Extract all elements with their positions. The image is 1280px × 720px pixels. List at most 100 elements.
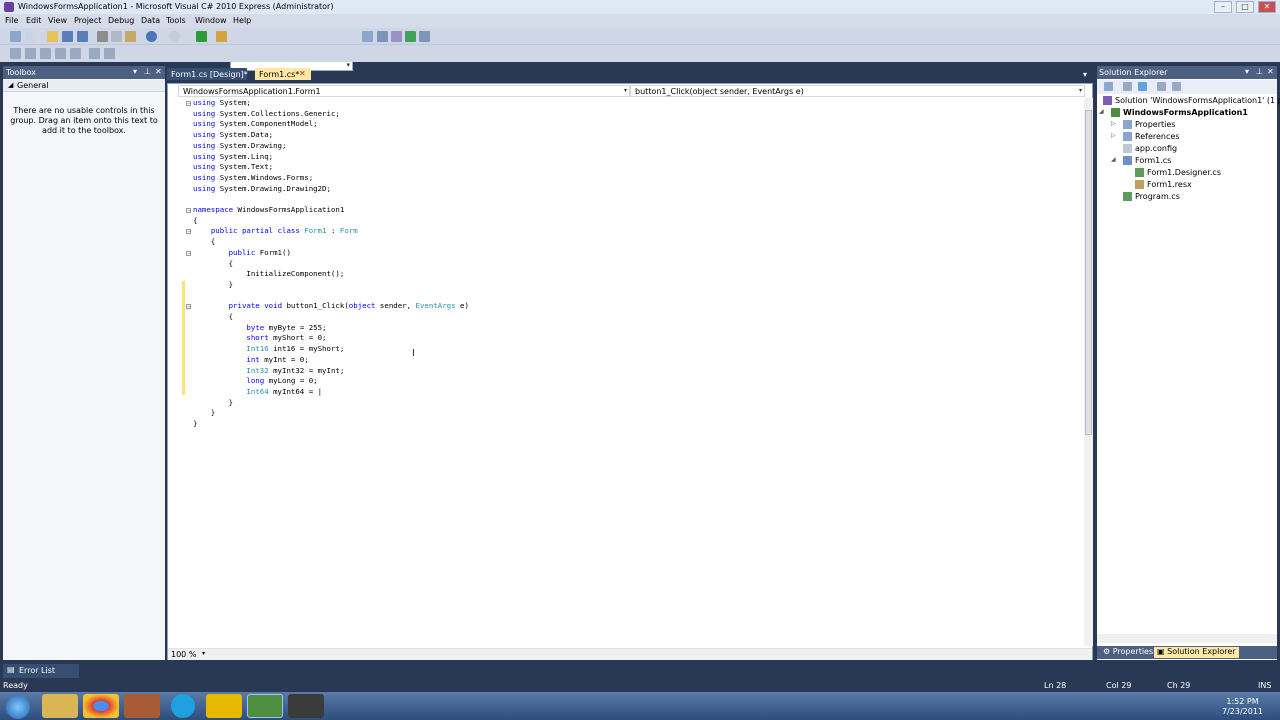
chevron-down-icon[interactable]: ▾	[624, 87, 627, 94]
document-list-icon[interactable]: ▾	[1083, 70, 1087, 79]
code-line[interactable]: }	[193, 398, 233, 409]
comment-lines-icon[interactable]	[89, 48, 100, 59]
properties-icon[interactable]	[1104, 82, 1113, 91]
menu-data[interactable]: Data	[141, 16, 160, 25]
code-line[interactable]: {	[193, 237, 215, 248]
recorder-taskbar-icon[interactable]	[288, 694, 324, 718]
tab-form1-design[interactable]: Form1.cs [Design]*	[167, 68, 248, 80]
code-line[interactable]: short myShort = 0;	[193, 333, 326, 344]
taskbar-clock[interactable]: 1:52 PM 7/23/2011	[1222, 697, 1263, 717]
menu-project[interactable]: Project	[74, 16, 101, 25]
code-line[interactable]: Int32 myInt32 = myInt;	[193, 366, 344, 377]
collapsed-arrow-icon[interactable]: ▷	[1111, 132, 1116, 139]
copy-icon[interactable]	[111, 31, 122, 42]
toolbox-icon[interactable]	[419, 31, 430, 42]
tree-item[interactable]: Program.cs	[1123, 192, 1180, 201]
member-dropdown[interactable]: button1_Click(object sender, EventArgs e…	[630, 85, 1085, 97]
close-icon[interactable]: ✕	[299, 69, 306, 78]
code-line[interactable]: public partial class Form1 : Form	[193, 226, 358, 237]
outline-collapse-icon[interactable]: −	[186, 250, 191, 256]
uncomment-lines-icon[interactable]	[104, 48, 115, 59]
code-line[interactable]: }	[193, 408, 215, 419]
code-line[interactable]: Int16 int16 = myShort;	[193, 344, 344, 355]
code-line[interactable]: {	[193, 259, 233, 270]
decrease-indent-icon[interactable]	[70, 48, 81, 59]
menu-help[interactable]: Help	[233, 16, 251, 25]
add-item-icon[interactable]	[25, 31, 36, 42]
tree-item[interactable]: ◢ Form1.cs	[1111, 156, 1171, 165]
code-line[interactable]: int myInt = 0;	[193, 355, 308, 366]
code-line[interactable]: }	[193, 419, 197, 430]
collapsed-arrow-icon[interactable]: ▷	[1111, 120, 1116, 127]
code-line[interactable]: using System.Collections.Generic;	[193, 109, 340, 120]
refresh-icon[interactable]	[1138, 82, 1147, 91]
menu-file[interactable]: File	[5, 16, 18, 25]
aim-taskbar-icon[interactable]	[206, 694, 242, 718]
object-browser-icon[interactable]	[405, 31, 416, 42]
window-position-icon[interactable]: ▾	[133, 67, 137, 76]
find-in-files-icon[interactable]	[216, 31, 227, 42]
type-dropdown[interactable]: WindowsFormsApplication1.Form1 ▾	[178, 85, 630, 97]
toolbox-group-general[interactable]: ◢ General	[3, 80, 165, 92]
maximize-button[interactable]: □	[1236, 1, 1254, 13]
code-line[interactable]: using System.Drawing.Drawing2D;	[193, 184, 331, 195]
cut-icon[interactable]	[97, 31, 108, 42]
code-line[interactable]: using System.ComponentModel;	[193, 119, 318, 130]
close-icon[interactable]: ✕	[1267, 67, 1274, 76]
solution-explorer-icon[interactable]	[377, 31, 388, 42]
find-icon[interactable]	[362, 31, 373, 42]
code-line[interactable]: public Form1()	[193, 248, 291, 259]
code-line[interactable]: namespace WindowsFormsApplication1	[193, 205, 344, 216]
minimize-button[interactable]: –	[1214, 1, 1232, 13]
menu-edit[interactable]: Edit	[26, 16, 42, 25]
visual-csharp-taskbar-icon[interactable]	[247, 694, 283, 718]
expanded-arrow-icon[interactable]: ◢	[1111, 156, 1116, 163]
horizontal-scrollbar[interactable]	[1097, 634, 1277, 643]
chevron-down-icon[interactable]: ▾	[202, 650, 205, 657]
tree-item[interactable]: ▷ References	[1111, 132, 1179, 141]
app-taskbar-icon[interactable]	[124, 694, 160, 718]
error-list-tab[interactable]: ▤ Error List	[3, 664, 79, 678]
tab-solution-explorer[interactable]: ▣ Solution Explorer	[1154, 647, 1239, 658]
outline-collapse-icon[interactable]: −	[186, 208, 191, 214]
code-line[interactable]: using System.Linq;	[193, 152, 273, 163]
code-line[interactable]: }	[193, 280, 233, 291]
chevron-down-icon[interactable]: ▾	[346, 61, 350, 69]
menu-view[interactable]: View	[48, 16, 67, 25]
redo-icon[interactable]	[169, 31, 180, 42]
close-button[interactable]: ✕	[1258, 1, 1276, 13]
member-list-icon[interactable]	[10, 48, 21, 59]
close-icon[interactable]: ✕	[155, 67, 162, 76]
code-line[interactable]: using System;	[193, 98, 251, 109]
code-area[interactable]: using System; − using System.Collections.G…	[168, 98, 1084, 648]
save-all-icon[interactable]	[77, 31, 88, 42]
tab-properties[interactable]: ⚙ Properties	[1100, 647, 1156, 658]
start-button-icon[interactable]	[6, 695, 30, 719]
menu-window[interactable]: Window	[195, 16, 227, 25]
collapse-triangle-icon[interactable]: ◢	[8, 81, 13, 89]
new-project-icon[interactable]	[10, 31, 21, 42]
tree-item[interactable]: ▷ Properties	[1111, 120, 1175, 129]
undo-icon[interactable]	[146, 31, 157, 42]
view-code-icon[interactable]	[1157, 82, 1166, 91]
save-icon[interactable]	[62, 31, 73, 42]
auto-hide-pin-icon[interactable]: ⊥	[1256, 67, 1263, 76]
menu-tools[interactable]: Tools	[166, 16, 186, 25]
code-line[interactable]: using System.Drawing;	[193, 141, 286, 152]
code-line[interactable]: byte myByte = 255;	[193, 323, 326, 334]
open-file-icon[interactable]	[47, 31, 58, 42]
scrollbar-thumb[interactable]	[1085, 110, 1092, 435]
code-line[interactable]: {	[193, 216, 197, 227]
auto-hide-pin-icon[interactable]: ⊥	[144, 67, 151, 76]
chevron-down-icon[interactable]: ▾	[1079, 87, 1082, 94]
tree-item[interactable]: Solution 'WindowsFormsApplication1' (1 p…	[1103, 96, 1280, 105]
view-designer-icon[interactable]	[1172, 82, 1181, 91]
code-line[interactable]: InitializeComponent();	[193, 269, 344, 280]
outline-collapse-icon[interactable]: −	[186, 229, 191, 235]
tree-item[interactable]: Form1.Designer.cs	[1135, 168, 1221, 177]
code-line[interactable]: Int64 myInt64 = |	[193, 387, 322, 398]
outline-collapse-icon[interactable]: −	[186, 101, 191, 107]
code-line[interactable]: using System.Text;	[193, 162, 273, 173]
code-line[interactable]: private void button1_Click(object sender…	[193, 301, 469, 312]
paste-icon[interactable]	[125, 31, 136, 42]
